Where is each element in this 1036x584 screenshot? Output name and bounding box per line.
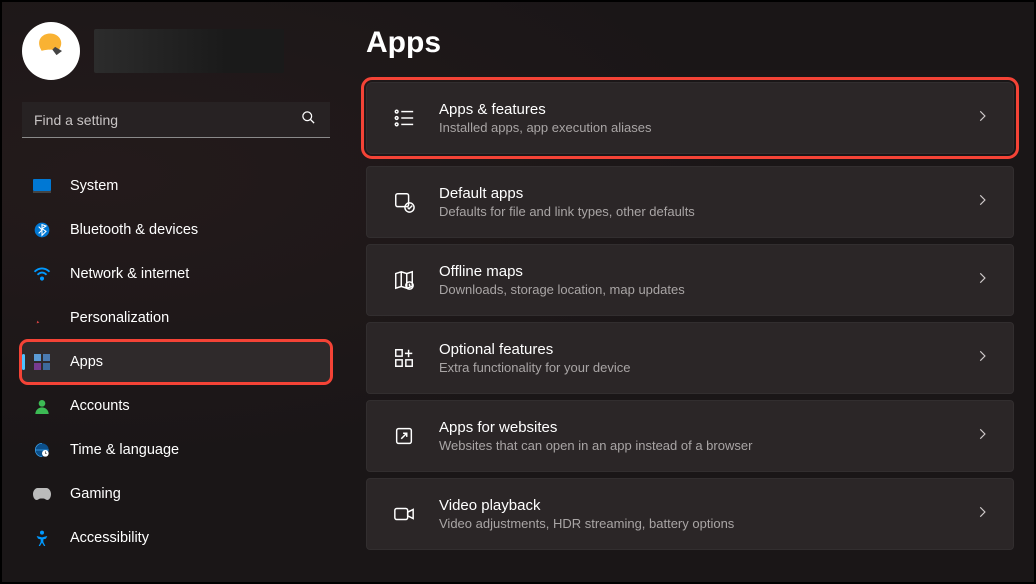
- controller-icon: [32, 484, 52, 504]
- card-subtitle: Video adjustments, HDR streaming, batter…: [439, 516, 953, 531]
- sidebar-item-network[interactable]: Network & internet: [22, 254, 330, 294]
- person-icon: [32, 396, 52, 416]
- wifi-icon: [32, 264, 52, 284]
- card-subtitle: Downloads, storage location, map updates: [439, 282, 953, 297]
- nav-label: Network & internet: [70, 266, 189, 282]
- grid-plus-icon: [391, 345, 417, 371]
- nav-label: Accessibility: [70, 530, 149, 546]
- card-subtitle: Websites that can open in an app instead…: [439, 438, 953, 453]
- nav-label: Bluetooth & devices: [70, 222, 198, 238]
- chevron-right-icon: [975, 193, 989, 212]
- chevron-right-icon: [975, 349, 989, 368]
- avatar: [22, 22, 80, 80]
- chevron-right-icon: [975, 427, 989, 446]
- sidebar: System Bluetooth & devices Network & int…: [2, 2, 342, 582]
- card-text: Default apps Defaults for file and link …: [439, 185, 953, 219]
- sidebar-item-bluetooth[interactable]: Bluetooth & devices: [22, 210, 330, 250]
- nav-label: Accounts: [70, 398, 130, 414]
- card-title: Offline maps: [439, 263, 953, 280]
- apps-icon: [32, 352, 52, 372]
- search-icon[interactable]: [301, 110, 316, 130]
- paintbrush-icon: [32, 308, 52, 328]
- nav-label: Time & language: [70, 442, 179, 458]
- chevron-right-icon: [975, 505, 989, 524]
- card-title: Video playback: [439, 497, 953, 514]
- card-apps-features[interactable]: Apps & features Installed apps, app exec…: [366, 82, 1014, 154]
- nav-list: System Bluetooth & devices Network & int…: [22, 166, 330, 558]
- profile-section[interactable]: [22, 22, 330, 80]
- sidebar-item-apps[interactable]: Apps: [22, 342, 330, 382]
- profile-name-redacted: [94, 29, 284, 73]
- card-title: Optional features: [439, 341, 953, 358]
- nav-label: Gaming: [70, 486, 121, 502]
- list-icon: [391, 105, 417, 131]
- card-title: Apps & features: [439, 101, 953, 118]
- card-subtitle: Extra functionality for your device: [439, 360, 953, 375]
- chevron-right-icon: [975, 271, 989, 290]
- settings-card-list: Apps & features Installed apps, app exec…: [366, 82, 1014, 550]
- card-offline-maps[interactable]: Offline maps Downloads, storage location…: [366, 244, 1014, 316]
- card-text: Video playback Video adjustments, HDR st…: [439, 497, 953, 531]
- nav-label: Apps: [70, 354, 103, 370]
- card-text: Apps for websites Websites that can open…: [439, 419, 953, 453]
- search-input[interactable]: [22, 102, 330, 138]
- open-external-icon: [391, 423, 417, 449]
- page-title: Apps: [366, 26, 1014, 60]
- default-apps-icon: [391, 189, 417, 215]
- globe-clock-icon: [32, 440, 52, 460]
- main-content: Apps Apps & features Installed apps, app…: [342, 2, 1034, 582]
- nav-label: System: [70, 178, 118, 194]
- sidebar-item-time[interactable]: Time & language: [22, 430, 330, 470]
- sidebar-item-accounts[interactable]: Accounts: [22, 386, 330, 426]
- card-subtitle: Installed apps, app execution aliases: [439, 120, 953, 135]
- search-row: [22, 102, 330, 138]
- card-video-playback[interactable]: Video playback Video adjustments, HDR st…: [366, 478, 1014, 550]
- card-title: Default apps: [439, 185, 953, 202]
- sidebar-item-accessibility[interactable]: Accessibility: [22, 518, 330, 558]
- card-title: Apps for websites: [439, 419, 953, 436]
- nav-label: Personalization: [70, 310, 169, 326]
- bluetooth-icon: [32, 220, 52, 240]
- card-text: Apps & features Installed apps, app exec…: [439, 101, 953, 135]
- accessibility-icon: [32, 528, 52, 548]
- card-text: Offline maps Downloads, storage location…: [439, 263, 953, 297]
- sidebar-item-gaming[interactable]: Gaming: [22, 474, 330, 514]
- chevron-right-icon: [975, 109, 989, 128]
- card-text: Optional features Extra functionality fo…: [439, 341, 953, 375]
- card-apps-websites[interactable]: Apps for websites Websites that can open…: [366, 400, 1014, 472]
- monitor-icon: [32, 176, 52, 196]
- card-subtitle: Defaults for file and link types, other …: [439, 204, 953, 219]
- map-icon: [391, 267, 417, 293]
- card-optional-features[interactable]: Optional features Extra functionality fo…: [366, 322, 1014, 394]
- video-icon: [391, 501, 417, 527]
- sidebar-item-system[interactable]: System: [22, 166, 330, 206]
- sidebar-item-personalization[interactable]: Personalization: [22, 298, 330, 338]
- card-default-apps[interactable]: Default apps Defaults for file and link …: [366, 166, 1014, 238]
